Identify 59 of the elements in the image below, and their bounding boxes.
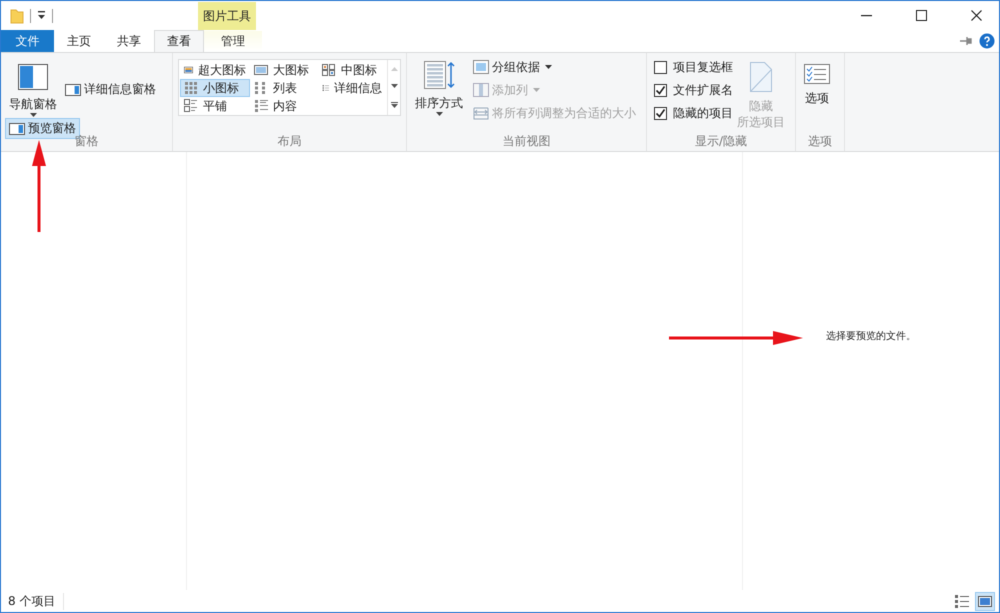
layout-option[interactable]: 详细信息: [318, 79, 386, 97]
scroll-down-icon: [390, 84, 398, 88]
dropdown-icon: [37, 11, 46, 20]
group-icon: [473, 60, 489, 74]
pane-icon: [18, 64, 48, 90]
layout-option[interactable]: 内容: [250, 97, 318, 115]
view-icon: [184, 99, 198, 113]
pin-icon: [959, 36, 973, 46]
group-label: 当前视图: [502, 133, 552, 150]
command-button[interactable]: 分组依据: [469, 56, 640, 78]
ribbon-tab[interactable]: 共享: [104, 30, 154, 52]
details-view-icon: [954, 594, 970, 608]
view-icon: [254, 63, 268, 77]
navigation-pane-button[interactable]: 导航窗格: [5, 61, 61, 120]
pane-icon: [65, 84, 81, 96]
details-pane-button[interactable]: 详细信息窗格: [61, 59, 160, 120]
layout-option[interactable]: 超大图标: [180, 61, 250, 79]
group-label: 布局: [276, 133, 302, 150]
preview-message: 选择要预览的文件。: [826, 330, 916, 343]
layout-option[interactable]: 大图标: [250, 61, 318, 79]
caret-icon: [436, 112, 442, 116]
ribbon-tab[interactable]: 主页: [54, 30, 104, 52]
view-icon: [322, 63, 336, 77]
file-tab[interactable]: 文件: [1, 30, 54, 52]
ribbon-tab[interactable]: 管理: [204, 30, 262, 52]
large-icons-view-icon: [977, 594, 993, 608]
group-label: 选项: [807, 133, 833, 150]
view-icon: [254, 81, 268, 95]
checkbox-option[interactable]: 文件扩展名: [654, 82, 733, 99]
ribbon-tab[interactable]: 查看: [154, 30, 204, 52]
contextual-tab-label: 图片工具: [198, 2, 256, 30]
scroll-up-icon: [390, 66, 398, 71]
close-icon[interactable]: [970, 10, 982, 21]
column-icon: [473, 106, 489, 120]
checkbox-option[interactable]: 项目复选框: [654, 59, 733, 76]
options-button[interactable]: 选项: [800, 59, 834, 133]
checkbox-option[interactable]: 隐藏的项目: [654, 105, 733, 122]
view-icon: [254, 99, 268, 113]
layout-option[interactable]: 小图标: [180, 79, 250, 97]
view-icon: [184, 81, 198, 95]
layout-option[interactable]: 列表: [250, 79, 318, 97]
maximize-icon[interactable]: [916, 10, 926, 21]
group-label: 显示/隐藏: [694, 133, 748, 150]
checkbox[interactable]: [654, 107, 667, 120]
options-icon: [804, 64, 830, 84]
view-toggle-button[interactable]: [975, 592, 995, 610]
column-icon: [473, 83, 489, 97]
layout-option[interactable]: 中图标: [318, 61, 386, 79]
help-icon: [979, 33, 995, 49]
sort-icon: [424, 61, 454, 89]
checkbox[interactable]: [654, 84, 667, 97]
folder-icon: [10, 8, 24, 24]
expand-icon: [390, 102, 398, 108]
checkbox[interactable]: [654, 61, 667, 74]
document-icon: [750, 62, 772, 92]
sort-by-button[interactable]: 排序方式: [411, 56, 467, 133]
item-count: 8 个项目: [8, 592, 64, 610]
layout-option[interactable]: 平铺: [180, 97, 250, 115]
pane-icon: [9, 122, 25, 134]
